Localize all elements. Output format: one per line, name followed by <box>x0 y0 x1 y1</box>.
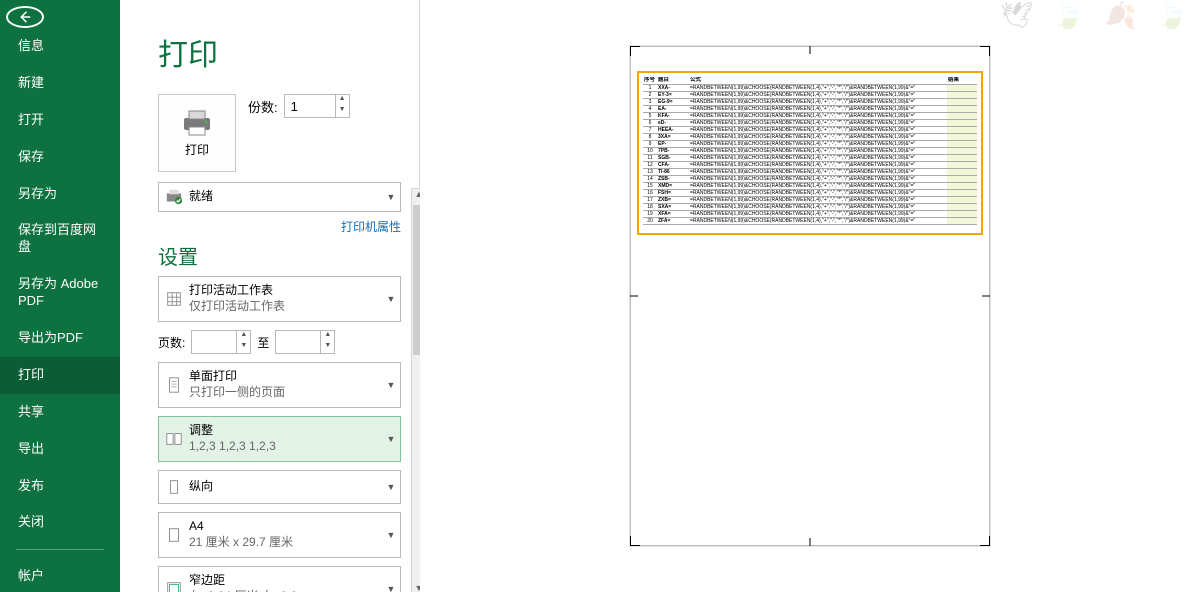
rail-item-4[interactable]: 另存为 <box>0 176 120 213</box>
table-row: 18SXA==RANDBETWEEN(1,99)&CHOOSE(RANDBETW… <box>643 203 977 210</box>
print-button[interactable]: 打印 <box>158 94 236 172</box>
page-from-stepper[interactable]: ▲▼ <box>191 330 251 354</box>
rail-item-0[interactable]: 信息 <box>0 28 120 65</box>
page-single-icon <box>159 376 189 394</box>
page-preview: 序号题目公式结果 1XXA-=RANDBETWEEN(1,99)&CHOOSE(… <box>630 46 990 546</box>
rail-item-8[interactable]: 打印 <box>0 357 120 394</box>
copies-stepper[interactable]: ▲▼ <box>284 94 350 118</box>
rail-account[interactable]: 帐户 <box>0 558 120 592</box>
print-what-select[interactable]: 打印活动工作表仅打印活动工作表 ▼ <box>158 276 401 322</box>
collate-select[interactable]: 调整1,2,3 1,2,3 1,2,3 ▼ <box>158 416 401 462</box>
table-row: 2EY-3==RANDBETWEEN(1,99)&CHOOSE(RANDBETW… <box>643 91 977 98</box>
duplex-select[interactable]: 单面打印只打印一侧的页面 ▼ <box>158 362 401 408</box>
rail-item-5[interactable]: 保存到百度网盘 <box>0 212 120 266</box>
table-row: 107PB-=RANDBETWEEN(1,99)&CHOOSE(RANDBETW… <box>643 147 977 154</box>
page-title: 打印 <box>158 30 419 74</box>
orientation-select[interactable]: 纵向 ▼ <box>158 470 401 504</box>
rail-item-3[interactable]: 保存 <box>0 139 120 176</box>
paper-size-select[interactable]: A421 厘米 x 29.7 厘米 ▼ <box>158 512 401 558</box>
table-row: 9EP-=RANDBETWEEN(1,99)&CHOOSE(RANDBETWEE… <box>643 140 977 147</box>
print-settings-pane: 打印 打印 份数: ▲▼ <box>120 0 420 592</box>
preview-table: 序号题目公式结果 1XXA-=RANDBETWEEN(1,99)&CHOOSE(… <box>643 77 977 225</box>
table-row: 5KFA-=RANDBETWEEN(1,99)&CHOOSE(RANDBETWE… <box>643 112 977 119</box>
printer-select[interactable]: 就绪 ▼ <box>158 182 401 212</box>
table-row: 14ZSB-=RANDBETWEEN(1,99)&CHOOSE(RANDBETW… <box>643 175 977 182</box>
rail-item-1[interactable]: 新建 <box>0 65 120 102</box>
table-row: 4EA-=RANDBETWEEN(1,99)&CHOOSE(RANDBETWEE… <box>643 105 977 112</box>
chevron-down-icon: ▼ <box>382 482 400 492</box>
copies-label: 份数: <box>248 97 278 116</box>
copies-down[interactable]: ▼ <box>336 106 349 117</box>
printer-icon <box>180 109 214 137</box>
print-area-highlight: 序号题目公式结果 1XXA-=RANDBETWEEN(1,99)&CHOOSE(… <box>637 71 983 235</box>
table-row: 11SGB-=RANDBETWEEN(1,99)&CHOOSE(RANDBETW… <box>643 154 977 161</box>
paper-icon <box>159 526 189 544</box>
chevron-down-icon: ▼ <box>382 294 400 304</box>
table-row: 12CFA-=RANDBETWEEN(1,99)&CHOOSE(RANDBETW… <box>643 161 977 168</box>
table-row: 3EG-9==RANDBETWEEN(1,99)&CHOOSE(RANDBETW… <box>643 98 977 105</box>
table-row: 16FSH==RANDBETWEEN(1,99)&CHOOSE(RANDBETW… <box>643 189 977 196</box>
backstage-nav: 信息新建打开保存另存为保存到百度网盘另存为 Adobe PDF导出为PDF打印共… <box>0 0 120 592</box>
print-button-label: 打印 <box>185 141 209 158</box>
chevron-down-icon: ▼ <box>382 380 400 390</box>
copies-up[interactable]: ▲ <box>336 95 349 106</box>
table-row: 17ZXB==RANDBETWEEN(1,99)&CHOOSE(RANDBETW… <box>643 196 977 203</box>
back-button[interactable] <box>6 6 44 28</box>
collate-icon <box>159 430 189 448</box>
table-row: 1XXA-=RANDBETWEEN(1,99)&CHOOSE(RANDBETWE… <box>643 84 977 91</box>
pages-to-label: 至 <box>257 334 269 351</box>
table-row: 83XA==RANDBETWEEN(1,99)&CHOOSE(RANDBETWE… <box>643 133 977 140</box>
chevron-down-icon: ▼ <box>382 584 400 592</box>
margins-icon <box>159 580 189 592</box>
print-preview-pane: 🕊 🍃 🍂 🍃 序号题目公式结果 1XXA-=RANDBETWEEN(1,99)… <box>420 0 1200 592</box>
printer-status-icon <box>159 188 189 206</box>
table-row: 13TI-86=RANDBETWEEN(1,99)&CHOOSE(RANDBET… <box>643 168 977 175</box>
rail-item-2[interactable]: 打开 <box>0 102 120 139</box>
rail-item-11[interactable]: 发布 <box>0 468 120 505</box>
table-row: 19XFA==RANDBETWEEN(1,99)&CHOOSE(RANDBETW… <box>643 210 977 217</box>
arrow-left-icon <box>16 8 34 26</box>
page-to-stepper[interactable]: ▲▼ <box>275 330 335 354</box>
table-row: 20ZFA==RANDBETWEEN(1,99)&CHOOSE(RANDBETW… <box>643 217 977 224</box>
chevron-down-icon: ▼ <box>382 434 400 444</box>
printer-status: 就绪 <box>189 189 382 205</box>
rail-item-12[interactable]: 关闭 <box>0 504 120 541</box>
table-row: 6eD-=RANDBETWEEN(1,99)&CHOOSE(RANDBETWEE… <box>643 119 977 126</box>
copies-input[interactable] <box>285 95 335 117</box>
sheet-icon <box>159 290 189 308</box>
portrait-icon <box>159 478 189 496</box>
printer-properties-link[interactable]: 打印机属性 <box>158 218 401 235</box>
margins-select[interactable]: 窄边距左: 0.64 厘米 右: 0.6… ▼ <box>158 566 401 592</box>
settings-heading: 设置 <box>158 241 401 270</box>
chevron-down-icon: ▼ <box>382 530 400 540</box>
pages-label: 页数: <box>158 334 185 351</box>
table-row: 15XMD==RANDBETWEEN(1,99)&CHOOSE(RANDBETW… <box>643 182 977 189</box>
rail-item-6[interactable]: 另存为 Adobe PDF <box>0 266 120 320</box>
page-to-input[interactable] <box>276 331 320 353</box>
rail-item-9[interactable]: 共享 <box>0 394 120 431</box>
page-from-input[interactable] <box>192 331 236 353</box>
rail-item-7[interactable]: 导出为PDF <box>0 320 120 357</box>
decorative-leaves: 🕊 🍃 🍂 🍃 <box>1000 0 1194 31</box>
table-row: 7HEEA-=RANDBETWEEN(1,99)&CHOOSE(RANDBETW… <box>643 126 977 133</box>
chevron-down-icon: ▼ <box>382 192 400 202</box>
rail-item-10[interactable]: 导出 <box>0 431 120 468</box>
